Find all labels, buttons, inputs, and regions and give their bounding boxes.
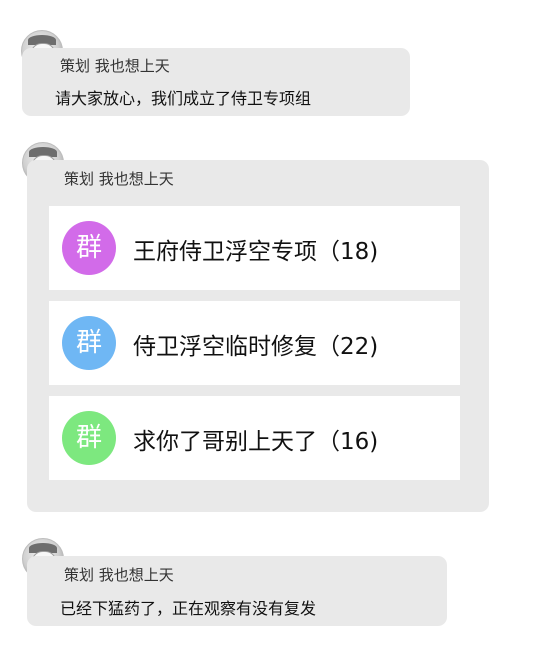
sender-name: 策划 我也想上天 [60,57,170,75]
group-icon: 群 [62,316,116,370]
message-text: 请大家放心，我们成立了侍卫专项组 [55,89,312,108]
group-name: 侍卫浮空临时修复（22) [133,334,379,360]
sender-name: 策划 我也想上天 [64,566,174,584]
group-card[interactable]: 群 求你了哥别上天了（16) [49,396,460,480]
group-card[interactable]: 群 王府侍卫浮空专项（18) [49,206,460,290]
message-bubble[interactable]: 策划 我也想上天 请大家放心，我们成立了侍卫专项组 [22,48,410,116]
group-icon: 群 [62,221,116,275]
group-name: 求你了哥别上天了（16) [133,429,379,455]
sender-name: 策划 我也想上天 [64,170,174,188]
group-name: 王府侍卫浮空专项（18) [133,239,379,265]
message-bubble[interactable]: 策划 我也想上天 已经下猛药了，正在观察有没有复发 [27,556,447,626]
group-card[interactable]: 群 侍卫浮空临时修复（22) [49,301,460,385]
group-icon: 群 [62,411,116,465]
message-text: 已经下猛药了，正在观察有没有复发 [60,599,317,618]
